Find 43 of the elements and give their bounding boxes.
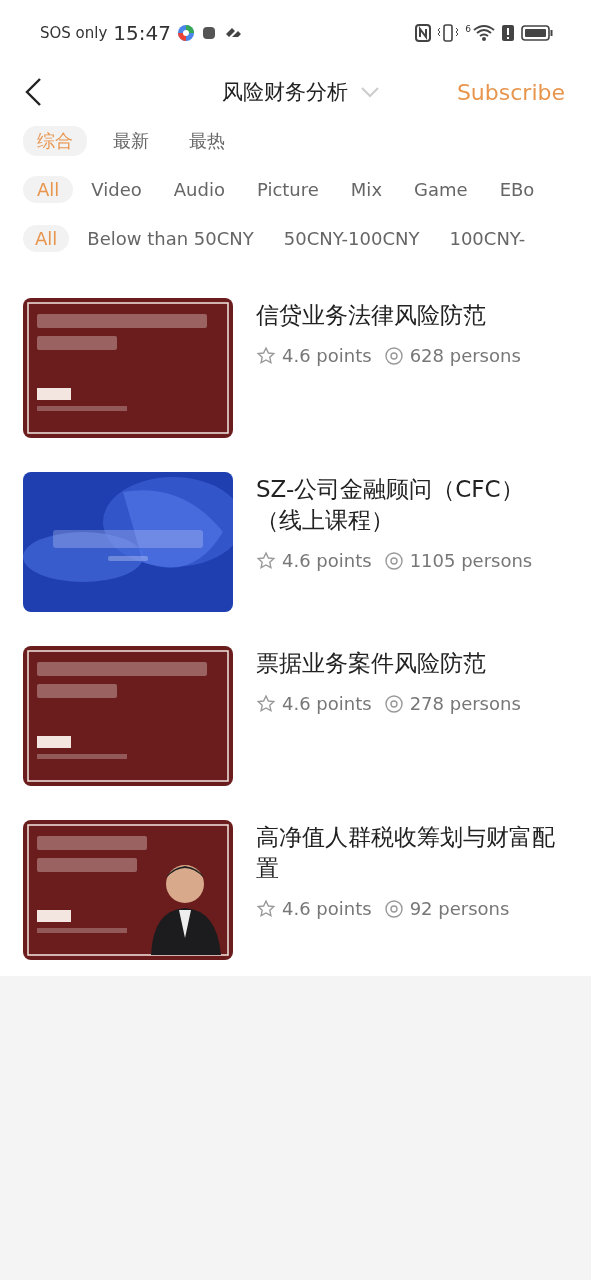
price-filter[interactable]: Below than 50CNY [75,224,266,252]
notification-icon [201,25,217,41]
rating-text: 4.6 points [282,693,372,714]
course-title[interactable]: 票据业务案件风险防范 [256,648,527,679]
price-filter[interactable]: 100CNY- [437,224,538,252]
carrier-label: SOS only [40,24,108,42]
course-title[interactable]: 高净值人群税收筹划与财富配置 [256,822,568,884]
star-icon [256,345,276,366]
price-filter[interactable]: 50CNY-100CNY [271,224,432,252]
type-filter[interactable]: Audio [159,175,239,203]
battery-icon [521,25,553,41]
back-icon[interactable] [24,77,42,107]
chevron-down-icon [359,86,380,98]
views-text: 278 persons [409,693,521,714]
rating-text: 4.6 points [282,550,372,571]
clock: 15:47 [113,21,171,45]
type-filter[interactable]: Game [400,175,482,203]
network-label: 6 [465,24,471,34]
course-title[interactable]: SZ-公司金融顾问（CFC）（线上课程） [256,474,568,536]
eye-icon [383,550,404,571]
rating-text: 4.6 points [282,898,372,919]
vibrate-icon [437,24,460,42]
eye-icon [383,898,404,919]
star-icon [256,550,276,571]
star-icon [256,693,276,714]
sort-tab[interactable]: 最新 [99,126,163,156]
page-title: 风险财务分析 [220,79,348,106]
views-text: 92 persons [409,898,510,919]
nfc-icon [415,24,432,42]
rating-text: 4.6 points [282,345,372,366]
views-text: 1105 persons [409,550,533,571]
eye-icon [383,345,404,366]
eye-icon [383,693,404,714]
type-filter[interactable]: Video [77,175,156,203]
type-filter[interactable]: Mix [336,175,397,203]
sort-tab[interactable]: 最热 [175,126,239,156]
alert-icon [501,24,515,42]
course-title[interactable]: 信贷业务法律风险防范 [256,300,527,331]
type-filter[interactable]: Picture [242,175,333,203]
type-filter[interactable]: EBo [485,175,549,203]
star-icon [256,898,276,919]
wifi-icon [473,24,495,42]
views-text: 628 persons [409,345,521,366]
